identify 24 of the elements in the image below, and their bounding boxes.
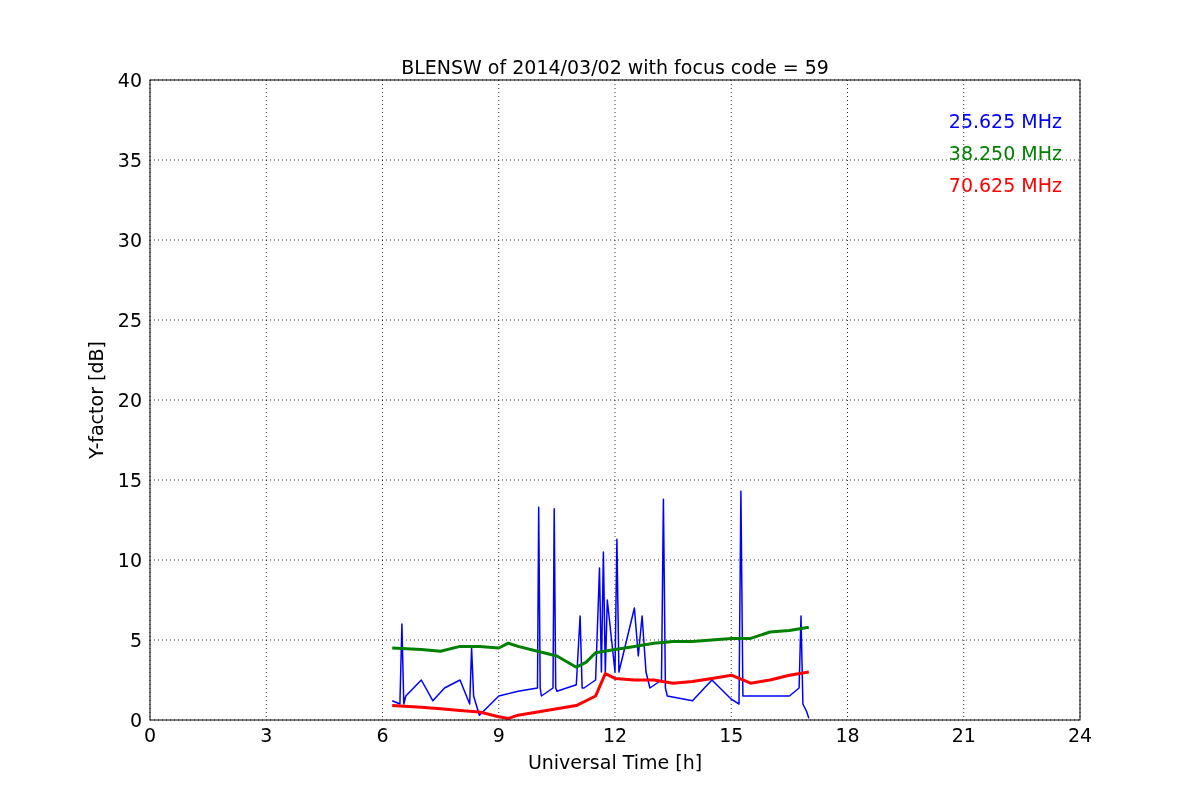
y-tick-label: 0 (129, 709, 142, 731)
y-tick-label: 30 (117, 229, 142, 251)
y-tick-label: 10 (117, 549, 142, 571)
x-tick-label: 21 (951, 724, 976, 746)
x-axis-label: Universal Time [h] (527, 751, 703, 773)
y-tick-label: 35 (117, 149, 142, 171)
legend-label: 25.625 MHz (948, 110, 1062, 132)
y-tick-label: 5 (129, 629, 142, 651)
x-tick-label: 15 (719, 724, 744, 746)
legend-label: 38.250 MHz (948, 142, 1062, 164)
x-tick-label: 3 (260, 724, 273, 746)
x-tick-label: 18 (835, 724, 860, 746)
x-tick-label: 12 (602, 724, 628, 746)
y-axis-label: Y-factor [dB] (85, 341, 107, 459)
x-tick-label: 24 (1067, 724, 1093, 746)
y-tick-label: 25 (117, 309, 142, 331)
y-tick-label: 40 (117, 69, 142, 91)
y-tick-label: 20 (117, 389, 142, 411)
y-tick-label: 15 (117, 469, 142, 491)
chart-title: BLENSW of 2014/03/02 with focus code = 59 (401, 56, 829, 78)
x-tick-label: 0 (143, 724, 157, 746)
x-tick-label: 6 (376, 724, 389, 746)
x-tick-label: 9 (492, 724, 505, 746)
legend-label: 70.625 MHz (948, 174, 1062, 196)
